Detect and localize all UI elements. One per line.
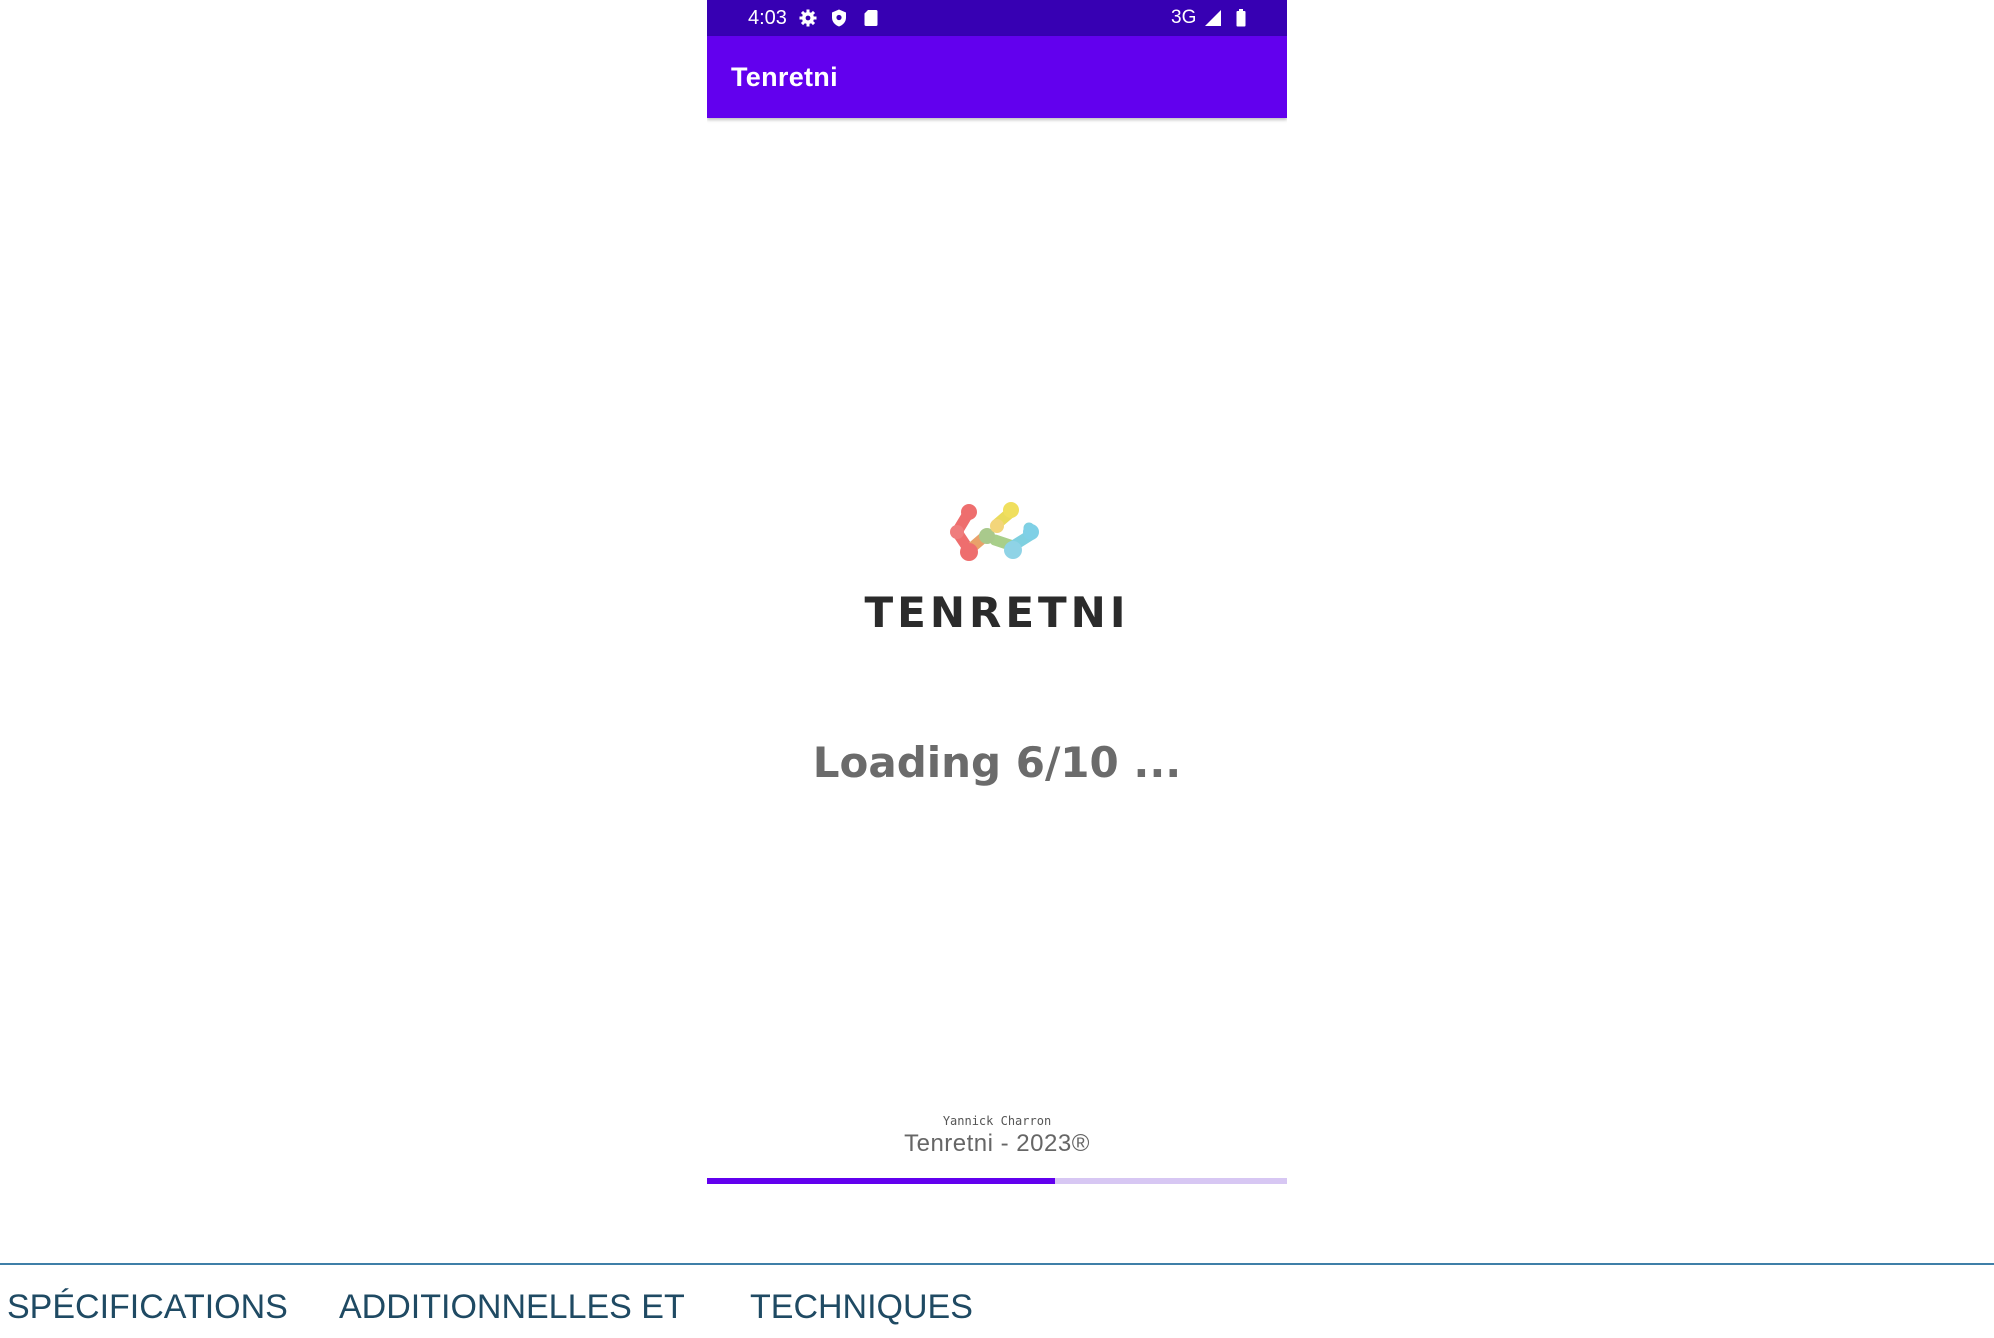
section-heading-word-3: TECHNIQUES — [750, 1288, 973, 1326]
section-heading-word-1: SPÉCIFICATIONS — [7, 1288, 288, 1326]
logo-wordmark: TENRETNI — [864, 588, 1130, 637]
page: 4:03 3G Tenretni TENRETNI Loading 6/10 .… — [0, 0, 1994, 1338]
battery-icon — [1236, 9, 1246, 27]
loading-status: Loading 6/10 ... — [812, 738, 1182, 787]
status-time: 4:03 — [748, 7, 787, 29]
app-title: Tenretni — [731, 62, 838, 92]
progress-bar — [707, 1178, 1287, 1184]
network-type: 3G — [1171, 7, 1197, 28]
status-bar: 4:03 3G — [707, 0, 1287, 36]
sd-card-icon — [864, 10, 878, 26]
shield-icon — [832, 9, 846, 27]
app-bar: Tenretni — [707, 36, 1287, 118]
copyright-text: Tenretni - 2023® — [904, 1130, 1090, 1157]
section-divider — [0, 1263, 1994, 1265]
tenretni-logo-icon — [950, 502, 1039, 561]
section-heading-word-2: ADDITIONNELLES ET — [339, 1288, 685, 1326]
author-credit: Yannick Charron — [942, 1114, 1052, 1128]
progress-bar-fill — [707, 1178, 1055, 1184]
signal-icon — [1205, 10, 1221, 26]
phone-screenshot: 4:03 3G Tenretni TENRETNI Loading 6/10 .… — [707, 0, 1287, 1186]
settings-icon — [799, 9, 817, 27]
